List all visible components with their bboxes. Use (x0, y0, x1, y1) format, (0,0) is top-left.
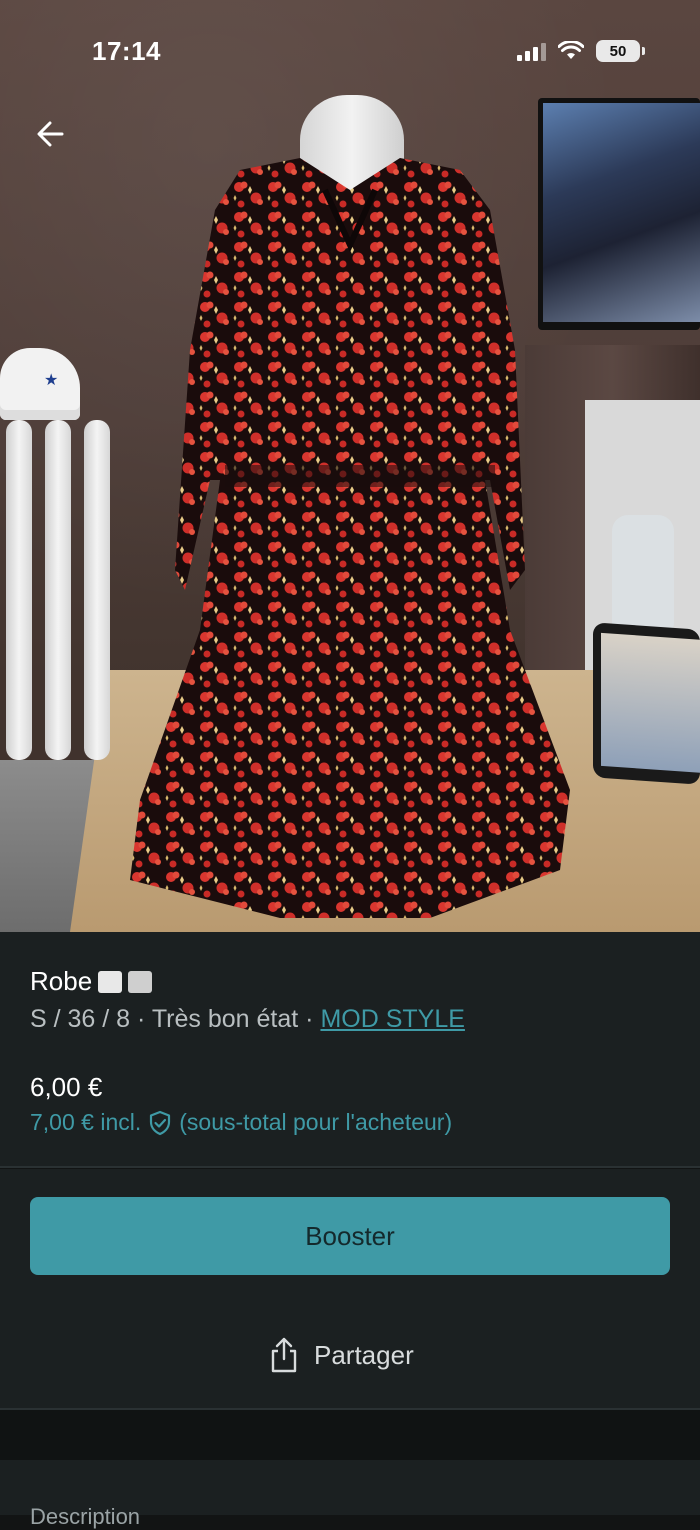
meta-separator: · (305, 1005, 314, 1033)
status-time: 17:14 (92, 36, 161, 66)
battery-icon: 50 (596, 40, 645, 62)
divider (0, 1166, 700, 1168)
product-photo[interactable]: ★ (0, 0, 700, 932)
item-size: S / 36 / 8 (30, 1005, 131, 1033)
item-title: Robe (30, 966, 93, 996)
share-button[interactable]: Partager (268, 1336, 414, 1374)
item-title-row: Robe (30, 966, 153, 997)
translate-icon[interactable] (98, 970, 123, 993)
brand-link[interactable]: MOD STYLE (320, 1005, 464, 1033)
price-with-protection[interactable]: 7,00 € incl. (sous-total pour l'acheteur… (30, 1109, 452, 1136)
description-heading: Description (30, 1504, 141, 1529)
meta-separator: · (137, 1005, 146, 1033)
translate-alt-icon[interactable] (128, 970, 153, 993)
share-label: Partager (314, 1339, 414, 1370)
share-icon (271, 1337, 297, 1373)
back-button[interactable] (32, 114, 72, 154)
price-incl-value: 7,00 € incl. (30, 1109, 142, 1135)
photo-bottle (612, 515, 674, 633)
signal-icon (517, 41, 546, 61)
photo-sneaker: ★ (0, 348, 80, 420)
item-meta: S / 36 / 8 · Très bon état · MOD STYLE (30, 1005, 465, 1034)
photo-dress (130, 158, 570, 918)
item-price: 6,00 € (30, 1072, 103, 1102)
item-condition: Très bon état (151, 1005, 299, 1033)
photo-radiator (0, 420, 125, 760)
price-incl-note: (sous-total pour l'acheteur) (179, 1109, 453, 1135)
booster-button[interactable]: Booster (30, 1197, 670, 1275)
wifi-icon (558, 41, 584, 59)
buyer-protection-shield-icon (150, 1110, 171, 1135)
back-arrow-icon (37, 121, 64, 147)
photo-tablet (593, 622, 700, 785)
status-icons: 50 (517, 40, 645, 62)
section-gap (0, 1410, 700, 1460)
